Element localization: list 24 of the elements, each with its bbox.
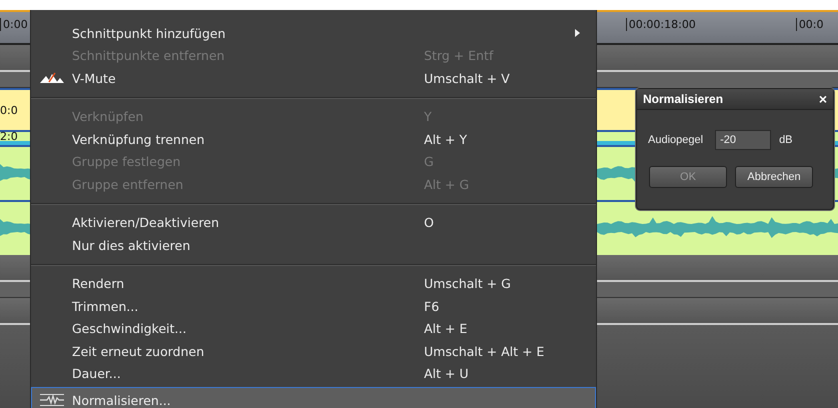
menu-item[interactable]: Nur dies aktivieren — [31, 234, 596, 256]
menu-item[interactable]: V-Mute Umschalt + V — [31, 67, 596, 90]
dialog-title: Normalisieren — [643, 92, 724, 106]
menu-item[interactable]: Normalisieren... — [31, 387, 596, 408]
ruler-timecode: 00:0 — [796, 18, 824, 31]
menu-item[interactable]: Schnittpunkt hinzufügen — [31, 22, 596, 44]
ruler-timecode: 0:00 — [0, 18, 28, 31]
close-button[interactable]: × — [818, 91, 827, 107]
mute-icon — [40, 72, 64, 84]
menu-item[interactable]: Aktivieren/Deaktivieren O — [31, 212, 596, 234]
menu-item[interactable]: Zeit erneut zuordnen Umschalt + Alt + E — [31, 340, 596, 362]
clip-timecode: 2:0 — [0, 130, 18, 143]
ruler-timecode: 00:00:18:00 — [626, 18, 696, 31]
field-label: Audiopegel — [648, 134, 704, 146]
waveform-icon — [40, 394, 64, 406]
menu-item[interactable]: Geschwindigkeit... Alt + E — [31, 318, 596, 340]
menu-item[interactable]: Verknüpfung trennen Alt + Y — [31, 128, 596, 150]
audio-level-input[interactable]: -20 — [715, 130, 772, 150]
menu-item[interactable]: Dauer... Alt + U — [31, 362, 596, 385]
menu-item[interactable]: Trimmen... F6 — [31, 295, 596, 318]
clip-timecode: 0:0 — [0, 104, 18, 116]
menu-item[interactable]: Rendern Umschalt + G — [31, 272, 596, 295]
unit-label: dB — [779, 134, 793, 146]
dialog-button[interactable]: Abbrechen — [735, 166, 813, 188]
